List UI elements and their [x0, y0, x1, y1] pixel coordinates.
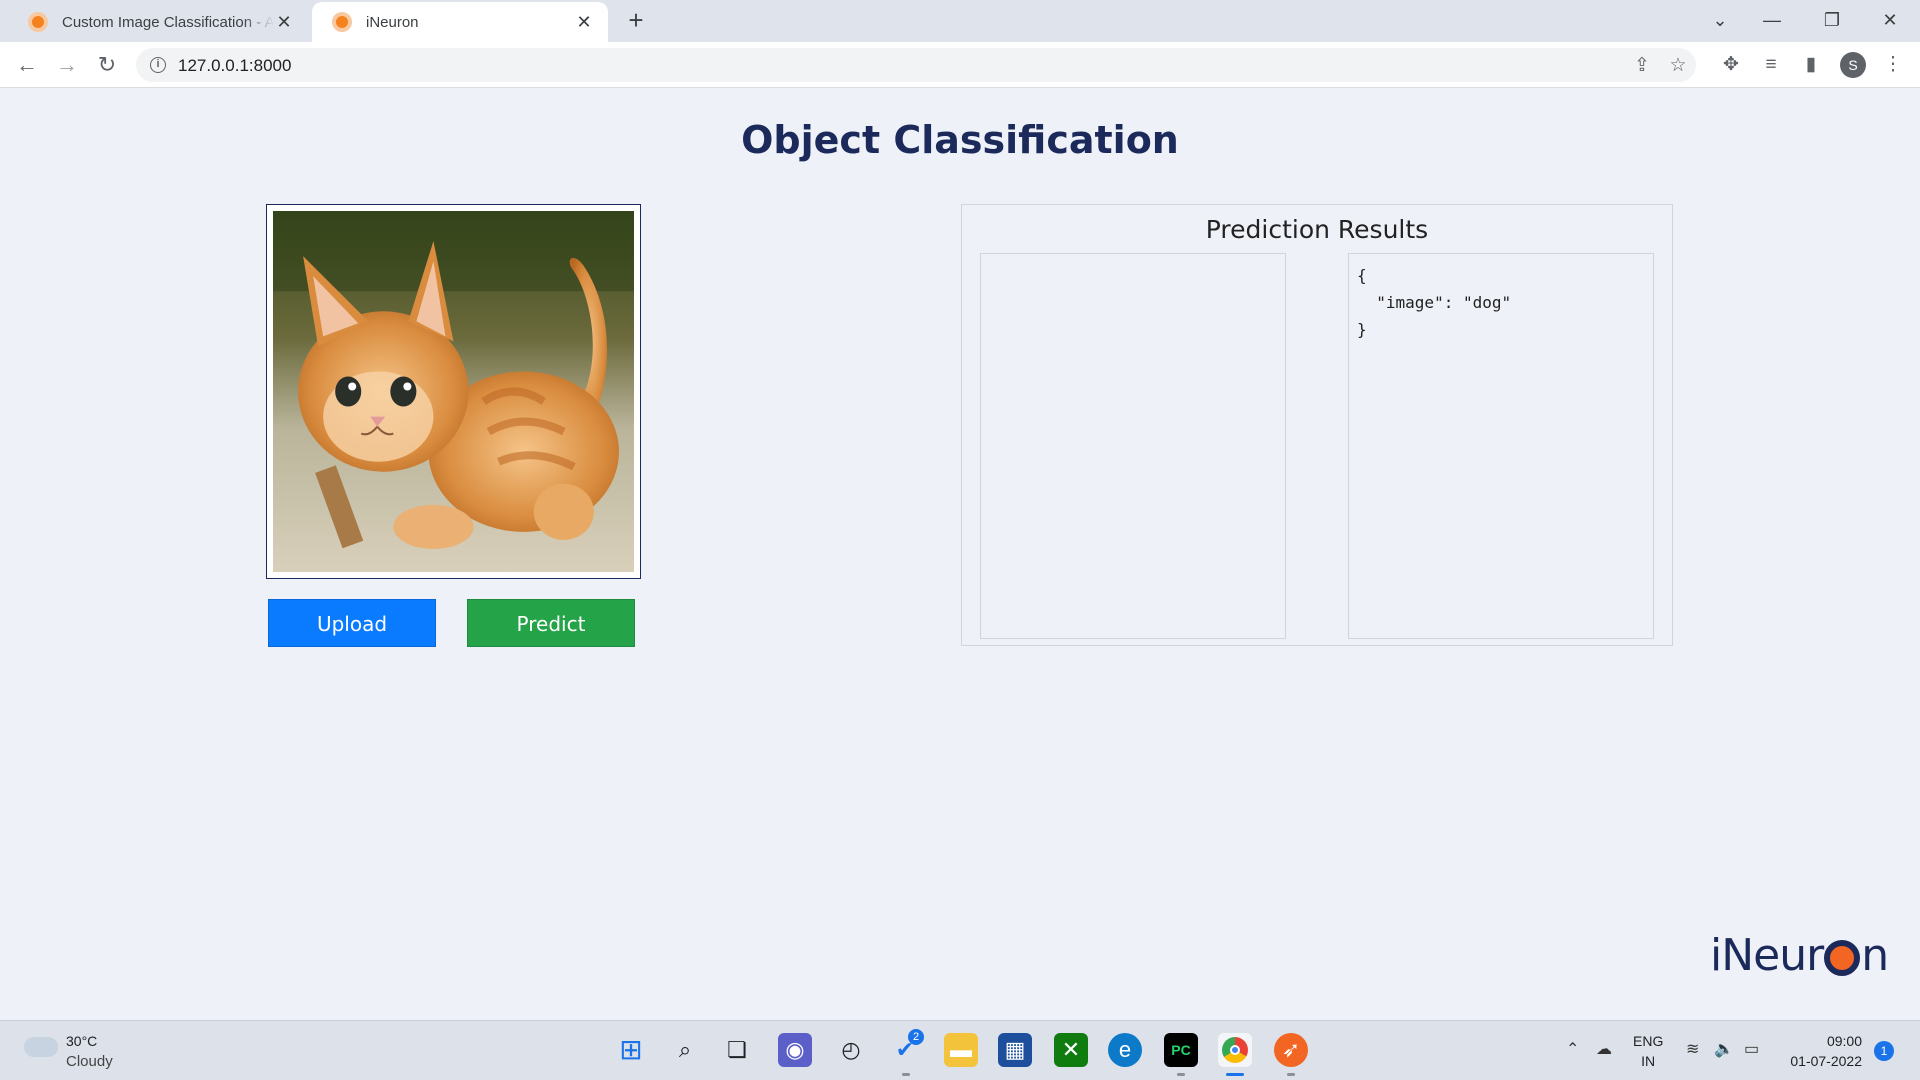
close-tab-icon[interactable]: ✕ — [274, 12, 294, 33]
clock-app-icon[interactable]: ◴ — [834, 1033, 868, 1067]
menu-kebab-icon[interactable]: ⋮ — [1880, 52, 1906, 78]
file-explorer-icon[interactable]: ▬ — [944, 1033, 978, 1067]
region-code: IN — [1641, 1053, 1656, 1069]
language-code: ENG — [1633, 1033, 1664, 1049]
onedrive-cloud-icon[interactable]: ☁ — [1596, 1039, 1612, 1059]
chat-icon[interactable]: ◉ — [778, 1033, 812, 1067]
show-hidden-icons-chevron-icon[interactable]: ⌃ — [1566, 1039, 1579, 1059]
restore-icon[interactable]: ❐ — [1812, 0, 1852, 40]
tab-ineuron[interactable]: iNeuron ✕ — [312, 2, 608, 42]
close-tab-icon[interactable]: ✕ — [574, 12, 594, 33]
predict-button[interactable]: Predict — [467, 599, 635, 647]
running-indicator — [902, 1073, 910, 1076]
chrome-icon[interactable] — [1218, 1033, 1252, 1067]
language-indicator[interactable]: ENG IN — [1633, 1031, 1663, 1071]
xbox-icon[interactable]: ✕ — [1054, 1033, 1088, 1067]
clock-time: 09:00 — [1826, 1033, 1862, 1049]
brand-suffix: n — [1861, 930, 1889, 981]
browser-tab-strip: Custom Image Classification - Ad ✕ iNeur… — [0, 0, 1920, 42]
notification-count[interactable]: 1 — [1874, 1041, 1894, 1061]
brand-prefix: iNeur — [1710, 930, 1824, 981]
weather-temperature[interactable]: 30°C — [66, 1033, 97, 1049]
pycharm-icon[interactable]: PC — [1164, 1033, 1198, 1067]
prediction-results-panel: Prediction Results { "image": "dog" } — [961, 204, 1673, 646]
tab-custom-image-classification[interactable]: Custom Image Classification - Ad ✕ — [8, 2, 308, 42]
browser-toolbar: ← → ↻ i 127.0.0.1:8000 ⇪ ☆ ✥ ≡ ▮ ⋮ — [0, 42, 1920, 88]
task-view-icon[interactable]: ❏ — [720, 1033, 754, 1067]
tab-title: iNeuron — [366, 13, 419, 31]
url-text[interactable]: 127.0.0.1:8000 — [178, 56, 291, 76]
weather-condition[interactable]: Cloudy — [66, 1053, 113, 1070]
active-indicator — [1226, 1073, 1244, 1076]
bookmark-star-icon[interactable]: ☆ — [1666, 54, 1690, 78]
windows-start-icon[interactable]: ⊞ — [614, 1033, 648, 1067]
search-icon[interactable]: ⌕ — [668, 1033, 702, 1067]
reload-icon[interactable]: ↻ — [92, 50, 122, 80]
ineuron-favicon-icon — [28, 12, 48, 32]
postman-icon[interactable]: ➶ — [1274, 1033, 1308, 1067]
address-bar[interactable]: i 127.0.0.1:8000 ⇪ ☆ — [136, 48, 1696, 82]
back-arrow-icon[interactable]: ← — [12, 50, 42, 80]
todo-badge: 2 — [908, 1029, 924, 1045]
uploaded-image-preview — [266, 204, 641, 579]
site-info-icon[interactable]: i — [150, 57, 166, 73]
windows-taskbar: 30°C Cloudy ⊞ ⌕ ❏ ◉ ◴ ✔ 2 ▬ ▦ ✕ e PC ➶ ⌃… — [0, 1020, 1920, 1080]
wifi-icon[interactable]: ≋ — [1686, 1039, 1699, 1059]
kitten-image — [273, 211, 634, 572]
new-tab-button[interactable]: + — [622, 6, 650, 34]
running-indicator — [1177, 1073, 1185, 1076]
close-window-icon[interactable]: ✕ — [1870, 0, 1910, 40]
result-image-pane — [980, 253, 1286, 639]
cloud-icon[interactable] — [24, 1037, 58, 1057]
ineuron-favicon-icon — [332, 12, 352, 32]
volume-icon[interactable]: 🔈 — [1714, 1039, 1734, 1059]
store-icon[interactable]: ▦ — [998, 1033, 1032, 1067]
ineuron-logo: iNeur n — [1710, 930, 1889, 981]
minimize-icon[interactable]: — — [1752, 0, 1792, 40]
media-queue-icon[interactable]: ≡ — [1758, 52, 1784, 78]
system-clock[interactable]: 09:00 01-07-2022 — [1782, 1031, 1862, 1071]
clock-date: 01-07-2022 — [1790, 1053, 1862, 1069]
share-icon[interactable]: ⇪ — [1630, 54, 1654, 78]
extensions-puzzle-icon[interactable]: ✥ — [1718, 52, 1744, 78]
side-panel-icon[interactable]: ▮ — [1798, 52, 1824, 78]
forward-arrow-icon[interactable]: → — [52, 50, 82, 80]
json-output: { "image": "dog" } — [1357, 266, 1512, 339]
logo-o-icon — [1824, 939, 1861, 976]
tab-title: Custom Image Classification - Ad — [62, 13, 274, 31]
result-json-pane: { "image": "dog" } — [1348, 253, 1654, 639]
results-title: Prediction Results — [1205, 215, 1429, 244]
page-title: Object Classification — [741, 118, 1179, 162]
battery-icon[interactable]: ▭ — [1744, 1039, 1759, 1059]
edge-icon[interactable]: e — [1108, 1033, 1142, 1067]
running-indicator — [1287, 1073, 1295, 1076]
profile-avatar[interactable]: S — [1840, 52, 1866, 78]
tab-search-chevron-icon[interactable]: ⌄ — [1700, 0, 1740, 40]
upload-button[interactable]: Upload — [268, 599, 436, 647]
